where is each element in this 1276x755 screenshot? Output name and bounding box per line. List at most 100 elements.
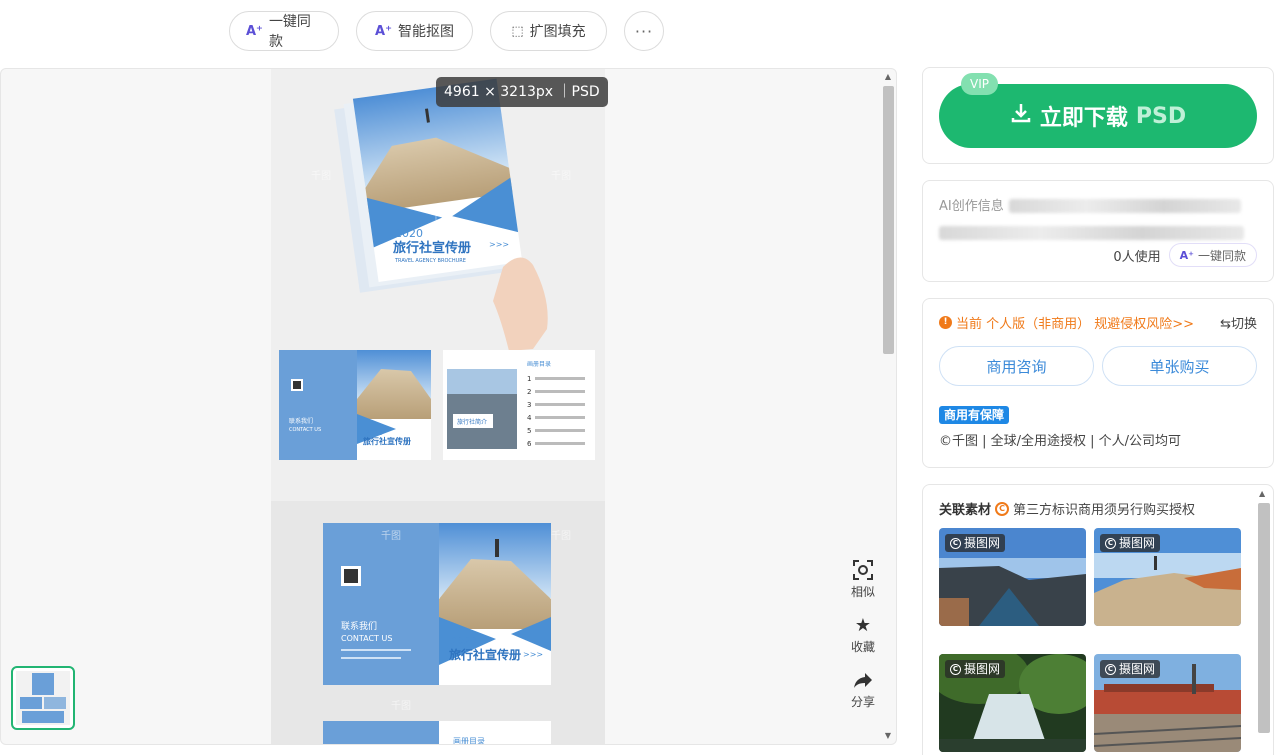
- sheji-badge: C 摄图网: [1100, 534, 1161, 552]
- brochure-title-large: 旅行社宣传册: [449, 647, 521, 662]
- scroll-up-icon[interactable]: ▲: [883, 72, 893, 81]
- copyright-icon: C: [995, 501, 1010, 516]
- image-preview-panel: 2020 旅行社宣传册 TRAVEL AGENCY BROCHURE >>> 联…: [0, 68, 897, 745]
- share-label: 分享: [850, 695, 875, 709]
- watermark-3: 千图: [551, 170, 571, 182]
- sheji-badge: C 摄图网: [945, 534, 1006, 552]
- watermark-1: 千图: [311, 170, 331, 182]
- thumbnail-image: [16, 671, 70, 725]
- ai-info-footer: 0人使用 A⁺ 一键同款: [1113, 243, 1257, 267]
- expand-fill-label: 扩图填充: [529, 24, 586, 40]
- related-item-waterfall[interactable]: C 摄图网: [939, 654, 1086, 752]
- ai-one-click-same-button[interactable]: A⁺ 一键同款: [1168, 243, 1257, 267]
- preview-scrollbar[interactable]: ▲ ▼: [880, 70, 896, 742]
- toc-title: 画册目录: [527, 360, 551, 368]
- toc-number-2: 2: [527, 388, 531, 396]
- copyright-icon: C: [1105, 537, 1116, 549]
- sheji-badge: C 摄图网: [945, 660, 1006, 678]
- more-icon: ···: [634, 21, 654, 41]
- scroll-up-icon[interactable]: ▲: [1259, 489, 1265, 498]
- guarantee-badge: 商用有保障: [939, 406, 1010, 424]
- toc-number-3: 3: [527, 401, 531, 409]
- contact-en-small: CONTACT US: [289, 427, 321, 433]
- related-item-canal-town[interactable]: C 摄图网: [939, 528, 1086, 626]
- one-click-same-button[interactable]: A⁺ 一键同款: [229, 11, 339, 51]
- brochure-title: 旅行社宣传册: [393, 240, 471, 256]
- copyright-icon: C: [950, 663, 961, 675]
- related-title: 关联素材: [939, 503, 992, 518]
- scan-icon: [852, 559, 874, 581]
- intro-title: 旅行社简介: [457, 418, 487, 426]
- scroll-down-icon[interactable]: ▼: [883, 731, 893, 740]
- watermark-4: 千图: [381, 530, 401, 542]
- download-label: 立即下载: [1039, 106, 1128, 131]
- expand-fill-button[interactable]: ⬚ 扩图填充: [490, 11, 607, 51]
- ai-sparkle-icon: A⁺: [246, 23, 263, 39]
- commercial-consult-button[interactable]: 商用咨询: [939, 346, 1094, 386]
- favorite-label: 收藏: [850, 640, 875, 654]
- scroll-thumb[interactable]: [883, 86, 894, 354]
- sheji-badge: C 摄图网: [1100, 660, 1161, 678]
- smart-cutout-button[interactable]: A⁺ 智能抠图: [356, 11, 473, 51]
- download-format: PSD: [1135, 103, 1187, 129]
- download-icon: [1010, 102, 1032, 130]
- toc-number-1: 1: [527, 375, 531, 383]
- brochure-year-small: 2020: [365, 429, 383, 437]
- single-buy-button[interactable]: 单张购买: [1102, 346, 1257, 386]
- related-materials-card: 关联素材 C 第三方标识商用须另行购买授权 C 摄图网 C 摄图网 C 摄图网 …: [922, 484, 1274, 755]
- toc-title-large: 画册目录: [453, 737, 485, 745]
- badge-label: 摄图网: [1119, 536, 1156, 550]
- related-item-desert-hiker[interactable]: C 摄图网: [1094, 528, 1241, 626]
- similar-button[interactable]: 相似: [851, 559, 875, 600]
- toc-number-5: 5: [527, 427, 531, 435]
- license-current[interactable]: 当前 个人版（非商用） 规避侵权风险>>: [956, 313, 1194, 332]
- download-card: VIP 立即下载 PSD: [922, 67, 1274, 164]
- image-dimensions-badge: 4961 × 3213px ｜PSD: [436, 77, 608, 107]
- favorite-button[interactable]: ★ 收藏: [851, 614, 875, 655]
- license-card: ! 当前 个人版（非商用） 规避侵权风险>> ⇆切换 商用咨询 单张购买 商用有…: [922, 298, 1274, 468]
- blurred-prompt-text-2: [939, 225, 1244, 240]
- watermark-2: 千图: [431, 210, 451, 222]
- badge-label: 摄图网: [964, 536, 1001, 550]
- preview-image[interactable]: 2020 旅行社宣传册 TRAVEL AGENCY BROCHURE >>> 联…: [271, 69, 605, 745]
- related-note: 第三方标识商用须另行购买授权: [1013, 503, 1196, 518]
- copyright-icon: C: [950, 537, 961, 549]
- toc-number-4: 4: [527, 414, 532, 422]
- star-icon: ★: [854, 614, 872, 636]
- more-button[interactable]: ···: [624, 11, 664, 51]
- badge-label: 摄图网: [964, 662, 1001, 676]
- contact-cn-small: 联系我们: [289, 417, 313, 425]
- share-button[interactable]: 分享: [851, 669, 875, 710]
- one-click-same-label: 一键同款: [268, 14, 311, 50]
- ai-info-title: AI创作信息: [939, 199, 1004, 214]
- related-item-railway-station[interactable]: C 摄图网: [1094, 654, 1241, 752]
- blurred-prompt-text: [1008, 198, 1241, 213]
- thumbnail-selected[interactable]: [11, 666, 75, 730]
- brochure-mockup-illustration: 2020 旅行社宣传册 TRAVEL AGENCY BROCHURE >>> 联…: [271, 69, 605, 745]
- ai-one-click-same-label: 一键同款: [1197, 248, 1246, 263]
- brochure-subtitle: TRAVEL AGENCY BROCHURE: [394, 258, 466, 264]
- license-switch-button[interactable]: ⇆切换: [1220, 313, 1257, 332]
- copyright-icon: C: [1105, 663, 1116, 675]
- info-icon: !: [939, 316, 952, 329]
- ai-sparkle-icon: A⁺: [375, 23, 392, 39]
- watermark-5: 千图: [551, 530, 571, 542]
- watermark-6: 千图: [391, 700, 411, 712]
- guarantee-text: ©千图 | 全球/全用途授权 | 个人/公司均可: [939, 434, 1182, 449]
- brochure-arrows-large: >>>: [523, 650, 543, 659]
- related-scrollbar[interactable]: ▲: [1256, 487, 1272, 755]
- related-scroll-thumb[interactable]: [1258, 503, 1270, 733]
- brochure-year: 2020: [395, 227, 423, 240]
- share-icon: [852, 669, 874, 691]
- brochure-year-large: 2020: [451, 636, 476, 647]
- page: A⁺ 一键同款 A⁺ 智能抠图 ⬚ 扩图填充 ··· 2020 旅行社宣传册 T…: [0, 0, 1276, 755]
- similar-label: 相似: [850, 585, 875, 599]
- badge-label: 摄图网: [1119, 662, 1156, 676]
- top-toolbar: A⁺ 一键同款 A⁺ 智能抠图 ⬚ 扩图填充 ···: [229, 11, 664, 51]
- contact-cn: 联系我们: [341, 620, 377, 632]
- expand-frame-icon: ⬚: [511, 23, 524, 39]
- brochure-arrows: >>>: [489, 240, 509, 249]
- ai-sparkle-icon: A⁺: [1179, 248, 1194, 262]
- ai-info-card: AI创作信息 0人使用 A⁺ 一键同款: [922, 180, 1274, 282]
- smart-cutout-label: 智能抠图: [397, 24, 454, 40]
